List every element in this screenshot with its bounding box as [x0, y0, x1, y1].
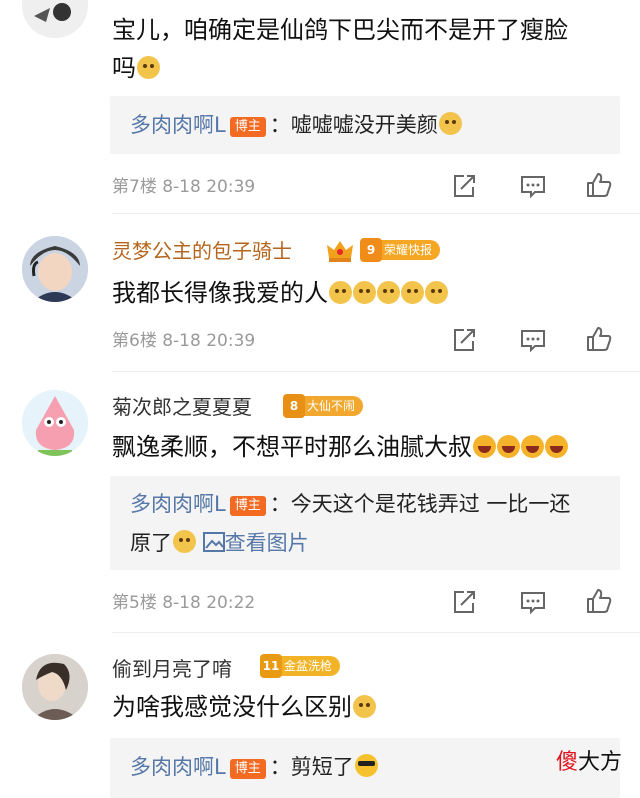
doge-emoji-icon	[137, 56, 160, 79]
doge-emoji-icon	[377, 281, 400, 304]
fan-badge[interactable]: 9 荣耀快报	[360, 238, 441, 262]
comment-icon[interactable]	[519, 588, 547, 616]
comment-text: 宝儿，咱确定是仙鸽下巴尖而不是开了瘦脸 吗	[112, 16, 568, 82]
comment-meta: 第7楼 8-18 20:39	[112, 176, 255, 198]
view-image-link[interactable]: 查看图片	[202, 531, 309, 555]
comment-icon[interactable]	[519, 172, 547, 200]
reply-text: ：嘘嘘嘘没开美颜	[269, 113, 438, 137]
image-icon	[202, 532, 225, 552]
laugh-emoji-icon	[497, 435, 520, 458]
doge-emoji-icon	[353, 695, 376, 718]
comment-text: 为啥我感觉没什么区别	[112, 688, 627, 726]
reply-author[interactable]: 多肉肉啊L	[130, 113, 226, 137]
timestamp: 8-18 20:39	[162, 177, 256, 197]
doge-emoji-icon	[401, 281, 424, 304]
floor-label: 第5楼	[112, 593, 157, 613]
reply-box[interactable]: 多肉肉啊L 博主 ：嘘嘘嘘没开美颜	[110, 96, 620, 154]
reply-text-cont: 原了	[130, 531, 172, 555]
host-tag-badge: 博主	[229, 496, 266, 516]
comment-meta: 第5楼 8-18 20:22	[112, 592, 255, 614]
crown-icon	[325, 238, 355, 264]
comment-text: 我都长得像我爱的人	[112, 274, 627, 312]
host-tag-badge: 博主	[229, 117, 266, 137]
reply-author[interactable]: 多肉肉啊L	[130, 755, 226, 779]
doge-emoji-icon	[438, 112, 462, 135]
avatar[interactable]	[22, 390, 88, 456]
reply-text: ：剪短了	[269, 755, 354, 779]
floor-label: 第7楼	[112, 177, 157, 197]
host-tag-badge: 博主	[229, 759, 266, 779]
avatar[interactable]	[22, 654, 88, 720]
timestamp: 8-18 20:22	[162, 593, 256, 613]
sunglasses-emoji-icon	[354, 754, 378, 777]
laugh-emoji-icon	[521, 435, 544, 458]
laugh-emoji-icon	[473, 435, 496, 458]
fan-badge[interactable]: 8 大仙不闹	[283, 394, 364, 418]
like-icon[interactable]	[585, 325, 613, 353]
doge-emoji-icon	[329, 281, 352, 304]
watermark: 傻大方	[555, 750, 622, 775]
share-icon[interactable]	[450, 326, 478, 354]
timestamp: 8-18 20:39	[162, 331, 256, 351]
doge-emoji-icon	[173, 530, 196, 553]
avatar[interactable]	[22, 236, 88, 302]
avatar[interactable]	[22, 0, 88, 38]
username[interactable]: 灵梦公主的包子骑士	[112, 238, 292, 264]
doge-emoji-icon	[425, 281, 448, 304]
like-icon[interactable]	[585, 587, 613, 615]
reply-author[interactable]: 多肉肉啊L	[130, 492, 226, 516]
reply-box[interactable]: 多肉肉啊L 博主 ：剪短了	[110, 738, 620, 798]
like-icon[interactable]	[585, 171, 613, 199]
laugh-emoji-icon	[545, 435, 568, 458]
floor-label: 第6楼	[112, 331, 157, 351]
username[interactable]: 菊次郎之夏夏夏	[112, 394, 252, 420]
fan-badge[interactable]: 11 金盆洗枪	[260, 654, 341, 678]
share-icon[interactable]	[450, 588, 478, 616]
comment-icon[interactable]	[519, 326, 547, 354]
reply-text: ：今天这个是花钱弄过 一比一还	[269, 492, 571, 516]
reply-box[interactable]: 多肉肉啊L 博主 ：今天这个是花钱弄过 一比一还 原了 查看图片	[110, 476, 620, 570]
username[interactable]: 偷到月亮了唷	[112, 656, 232, 682]
comment-text: 飘逸柔顺，不想平时那么油腻大叔	[112, 428, 627, 466]
doge-emoji-icon	[353, 281, 376, 304]
comment-meta: 第6楼 8-18 20:39	[112, 330, 255, 352]
share-icon[interactable]	[450, 172, 478, 200]
